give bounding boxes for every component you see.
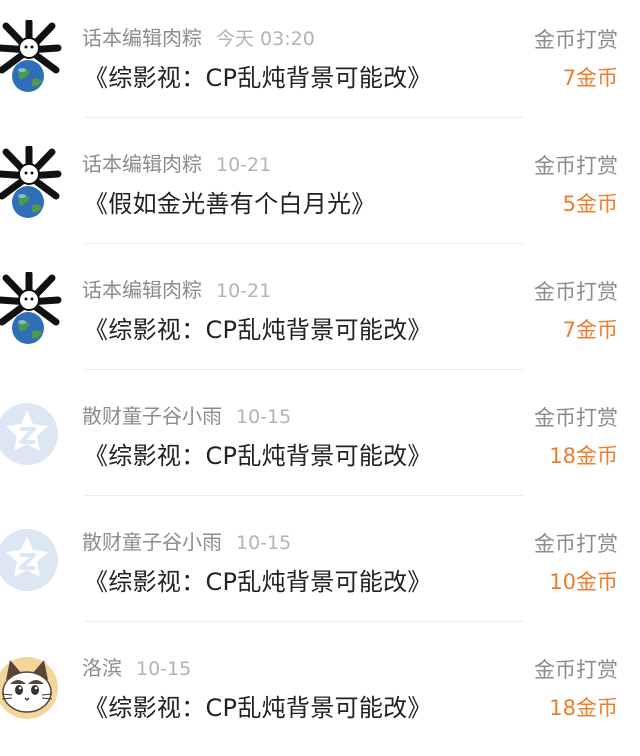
reward-amount: 18金币: [549, 696, 618, 720]
reward-amount: 10金币: [549, 570, 618, 594]
sender-name-line: 散财童子谷小雨 10-15: [82, 526, 291, 555]
reward-type-label: 金币打赏: [534, 658, 618, 682]
editor-avatar-icon[interactable]: [0, 146, 62, 220]
book-title[interactable]: 《综影视：CP乱炖背景可能改》: [84, 688, 432, 723]
reward-amount: 5金币: [562, 192, 618, 216]
reward-list: 话本编辑肉粽今天 03:20 《综影视：CP乱炖背景可能改》 金币打赏 7金币: [0, 0, 640, 742]
book-title[interactable]: 《综影视：CP乱炖背景可能改》: [84, 310, 432, 345]
row-divider: [84, 495, 524, 496]
reward-time: 10-15: [136, 658, 192, 680]
row-divider: [84, 621, 524, 622]
reward-type-label: 金币打赏: [534, 154, 618, 178]
reward-type-label: 金币打赏: [534, 406, 618, 430]
reward-time: 今天 03:20: [216, 28, 315, 50]
reward-time: 10-15: [236, 406, 292, 428]
reward-row[interactable]: 散财童子谷小雨 10-15 《综影视：CP乱炖背景可能改》 金币打赏 18金币: [0, 378, 640, 504]
book-title[interactable]: 《综影视：CP乱炖背景可能改》: [84, 436, 432, 471]
reward-type-label: 金币打赏: [534, 28, 618, 52]
default-avatar-icon[interactable]: [0, 524, 62, 598]
book-title[interactable]: 《综影视：CP乱炖背景可能改》: [84, 58, 432, 93]
default-avatar-icon[interactable]: [0, 398, 62, 472]
sender-name[interactable]: 话本编辑肉粽: [82, 278, 202, 302]
sender-name-line: 洛滨 10-15: [82, 652, 191, 681]
sender-name-line: 话本编辑肉粽 10-21: [82, 148, 271, 177]
sender-name-line: 散财童子谷小雨 10-15: [82, 400, 291, 429]
book-title[interactable]: 《假如金光善有个白月光》: [84, 184, 376, 219]
reward-type-label: 金币打赏: [534, 532, 618, 556]
reward-row[interactable]: 散财童子谷小雨 10-15 《综影视：CP乱炖背景可能改》 金币打赏 10金币: [0, 504, 640, 630]
book-title[interactable]: 《综影视：CP乱炖背景可能改》: [84, 562, 432, 597]
editor-avatar-icon[interactable]: [0, 20, 62, 94]
sender-name-line: 话本编辑肉粽 10-21: [82, 274, 271, 303]
row-divider: [84, 117, 524, 118]
reward-amount: 18金币: [549, 444, 618, 468]
sender-name[interactable]: 散财童子谷小雨: [82, 404, 222, 428]
sender-name[interactable]: 散财童子谷小雨: [82, 530, 222, 554]
reward-amount: 7金币: [562, 318, 618, 342]
sender-name[interactable]: 话本编辑肉粽: [82, 26, 202, 50]
reward-row[interactable]: 话本编辑肉粽 10-21 《假如金光善有个白月光》 金币打赏 5金币: [0, 126, 640, 252]
sender-name[interactable]: 洛滨: [82, 656, 122, 680]
editor-avatar-icon[interactable]: [0, 272, 62, 346]
reward-amount: 7金币: [562, 66, 618, 90]
reward-time: 10-15: [236, 532, 292, 554]
row-divider: [84, 369, 524, 370]
cat-avatar-icon[interactable]: [0, 650, 62, 724]
sender-name[interactable]: 话本编辑肉粽: [82, 152, 202, 176]
sender-name-line: 话本编辑肉粽 今天 03:20: [82, 22, 315, 51]
reward-row[interactable]: 话本编辑肉粽 今天 03:20 《综影视：CP乱炖背景可能改》 金币打赏 7金币: [0, 0, 640, 126]
row-divider: [84, 243, 524, 244]
reward-time: 10-21: [216, 280, 272, 302]
reward-type-label: 金币打赏: [534, 280, 618, 304]
reward-row[interactable]: 洛滨 10-15 《综影视：CP乱炖背景可能改》 金币打赏 18金币: [0, 630, 640, 756]
reward-row[interactable]: 话本编辑肉粽 10-21 《综影视：CP乱炖背景可能改》 金币打赏 7金币: [0, 252, 640, 378]
reward-time: 10-21: [216, 154, 272, 176]
